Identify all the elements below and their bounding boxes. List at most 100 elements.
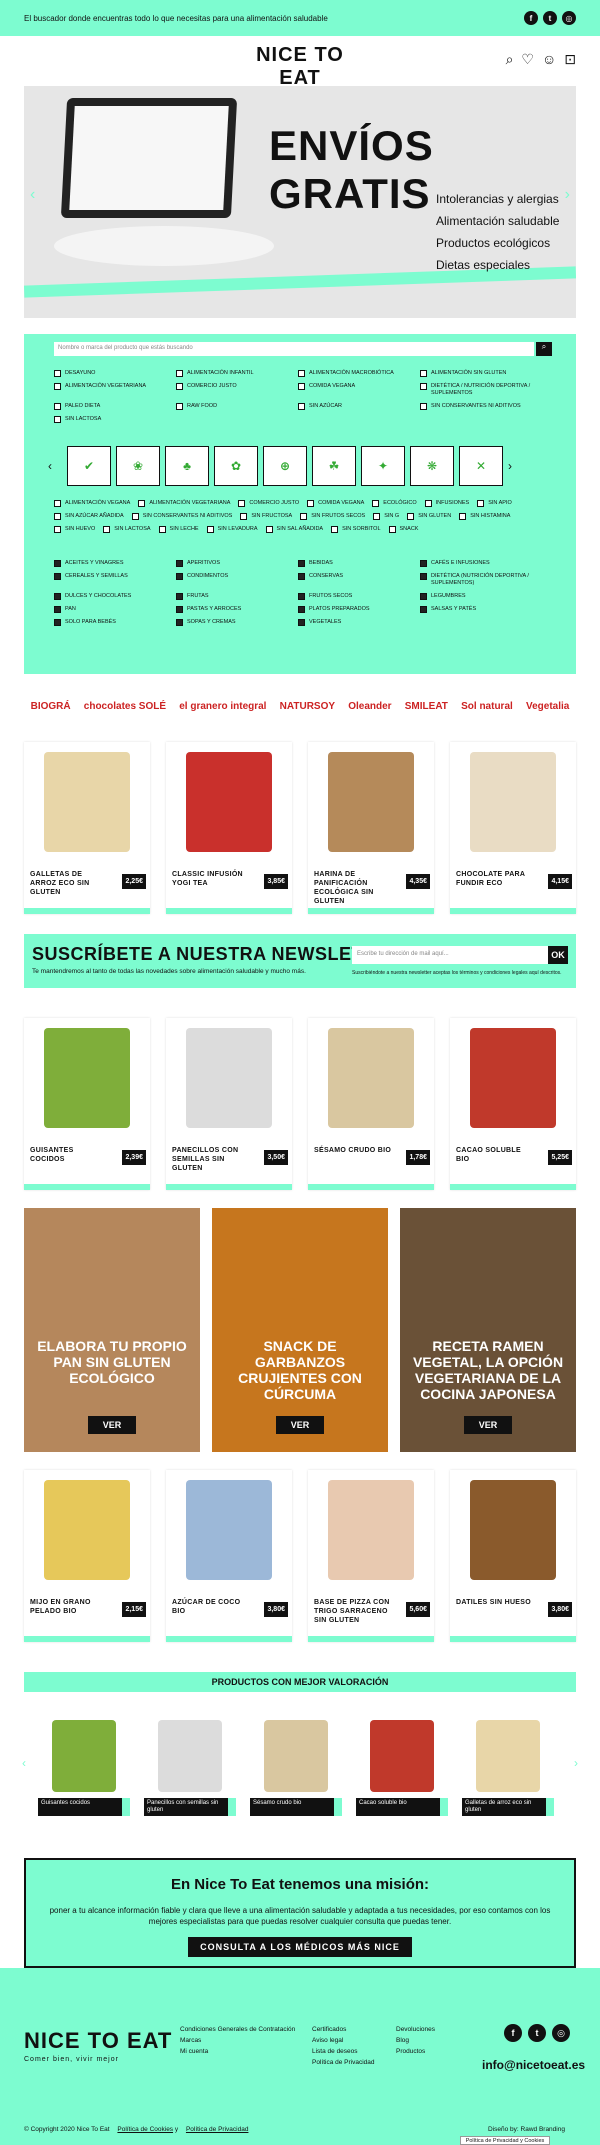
user-icon[interactable]: ☺ (542, 51, 556, 68)
checkbox-box[interactable] (298, 403, 305, 410)
carousel-prev-arrow[interactable]: ‹ (22, 1756, 26, 1770)
carousel-item[interactable]: Cacao soluble bio (356, 1720, 448, 1816)
cert-logo[interactable]: ✕ (459, 446, 503, 486)
cert-logo[interactable]: ✦ (361, 446, 405, 486)
checkbox-box[interactable] (158, 526, 166, 533)
filter-checkbox[interactable]: SIN SAL AÑADIDA (265, 526, 323, 533)
filter-checkbox[interactable]: SIN HUEVO (54, 526, 95, 533)
filter-checkbox[interactable]: SIN FRUCTOSA (240, 513, 292, 520)
checkbox-box[interactable] (298, 383, 305, 390)
hero-banner[interactable]: ENVÍOS GRATIS Intolerancias y alergias Al… (24, 86, 576, 318)
brand-logo[interactable]: BIOGRÁ (31, 701, 71, 712)
carousel-item[interactable]: Panecillos con semillas sin gluten (144, 1720, 236, 1816)
product-image[interactable] (328, 1480, 414, 1580)
brand-logo[interactable]: Sol natural (461, 701, 513, 712)
brand-logo[interactable]: chocolates SOLÉ (84, 701, 166, 712)
checkbox-box[interactable] (240, 513, 248, 520)
footer-link[interactable]: Marcas (180, 2035, 295, 2046)
filter-checkbox[interactable]: DESAYUNO (54, 370, 176, 377)
checkbox-box[interactable] (298, 619, 305, 626)
filter-checkbox[interactable]: APERITIVOS (176, 560, 298, 567)
filter-checkbox[interactable]: ECOLÓGICO (372, 500, 417, 507)
checkbox-box[interactable] (176, 560, 183, 567)
recipe-view-button[interactable]: VER (276, 1416, 324, 1434)
checkbox-box[interactable] (420, 403, 427, 410)
product-name[interactable]: MIJO EN GRANO PELADO BIO (30, 1598, 110, 1616)
footer-link[interactable]: Condiciones Generales de Contratación (180, 2024, 295, 2035)
filter-checkbox[interactable]: ALIMENTACIÓN VEGETARIANA (54, 383, 176, 397)
product-card[interactable]: HARINA DE PANIFICACIÓN ECOLÓGICA SIN GLU… (308, 742, 434, 914)
filter-checkbox[interactable]: SIN HISTAMINA (459, 513, 510, 520)
product-image[interactable] (44, 752, 130, 852)
cert-logo[interactable]: ⊕ (263, 446, 307, 486)
checkbox-box[interactable] (138, 500, 146, 507)
carousel-item-image[interactable] (52, 1720, 116, 1792)
twitter-icon[interactable]: t (528, 2024, 546, 2042)
product-name[interactable]: HARINA DE PANIFICACIÓN ECOLÓGICA SIN GLU… (314, 870, 394, 906)
filter-checkbox[interactable]: PASTAS Y ARROCES (176, 606, 298, 613)
filter-checkbox[interactable]: COMIDA VEGANA (307, 500, 364, 507)
product-card[interactable]: BASE DE PIZZA CON TRIGO SARRACENO SIN GL… (308, 1470, 434, 1642)
filter-checkbox[interactable]: CEREALES Y SEMILLAS (54, 573, 176, 587)
product-image[interactable] (186, 752, 272, 852)
twitter-icon[interactable]: t (543, 11, 557, 25)
instagram-icon[interactable]: ◎ (562, 11, 576, 25)
product-card[interactable]: MIJO EN GRANO PELADO BIO 2,15€ (24, 1470, 150, 1642)
product-card[interactable]: PANECILLOS CON SEMILLAS SIN GLUTEN 3,50€ (166, 1018, 292, 1190)
product-image[interactable] (44, 1028, 130, 1128)
checkbox-box[interactable] (265, 526, 273, 533)
product-name[interactable]: GUISANTES COCIDOS (30, 1146, 110, 1164)
product-image[interactable] (186, 1480, 272, 1580)
product-name[interactable]: PANECILLOS CON SEMILLAS SIN GLUTEN (172, 1146, 252, 1173)
footer-logo[interactable]: NICE TO EAT (24, 2028, 172, 2054)
carousel-item[interactable]: Galletas de arroz eco sin gluten (462, 1720, 554, 1816)
product-card[interactable]: CLASSIC INFUSIÓN YOGI TEA 3,85€ (166, 742, 292, 914)
checkbox-box[interactable] (176, 403, 183, 410)
cert-logo[interactable]: ♣ (165, 446, 209, 486)
checkbox-box[interactable] (298, 593, 305, 600)
product-card[interactable]: AZÚCAR DE COCO BIO 3,80€ (166, 1470, 292, 1642)
filter-checkbox[interactable]: DULCES Y CHOCOLATES (54, 593, 176, 600)
product-image[interactable] (470, 752, 556, 852)
checkbox-box[interactable] (238, 500, 246, 507)
product-name[interactable]: SÉSAMO CRUDO BIO (314, 1146, 394, 1155)
product-name[interactable]: AZÚCAR DE COCO BIO (172, 1598, 252, 1616)
filter-checkbox[interactable]: BEBIDAS (298, 560, 420, 567)
checkbox-box[interactable] (373, 513, 381, 520)
checkbox-box[interactable] (477, 500, 485, 507)
checkbox-box[interactable] (176, 370, 183, 377)
filter-checkbox[interactable]: SIN AZÚCAR AÑADIDA (54, 513, 124, 520)
filter-checkbox[interactable]: VEGETALES (298, 619, 420, 626)
checkbox-box[interactable] (176, 619, 183, 626)
filter-checkbox[interactable]: FRUTAS (176, 593, 298, 600)
brand-logo[interactable]: Oleander (348, 701, 391, 712)
carousel-item-image[interactable] (158, 1720, 222, 1792)
checkbox-box[interactable] (54, 403, 61, 410)
checkbox-box[interactable] (54, 619, 61, 626)
filter-checkbox[interactable]: SIN GLUTEN (407, 513, 451, 520)
carousel-next-arrow[interactable]: › (574, 1756, 578, 1770)
filter-checkbox[interactable]: SIN SORBITOL (331, 526, 381, 533)
brand-logo[interactable]: NATURSOY (280, 701, 335, 712)
product-name[interactable]: CLASSIC INFUSIÓN YOGI TEA (172, 870, 252, 888)
carousel-item-label[interactable]: Galletas de arroz eco sin gluten (462, 1798, 554, 1816)
filter-checkbox[interactable]: COMERCIO JUSTO (238, 500, 299, 507)
checkbox-box[interactable] (331, 526, 339, 533)
product-name[interactable]: GALLETAS DE ARROZ ECO SIN GLUTEN (30, 870, 110, 897)
carousel-item-image[interactable] (370, 1720, 434, 1792)
cert-logo[interactable]: ☘ (312, 446, 356, 486)
filter-checkbox[interactable]: SNACK (388, 526, 418, 533)
checkbox-box[interactable] (54, 513, 61, 520)
recipe-card[interactable]: ELABORA TU PROPIO PAN SIN GLUTEN ECOLÓGI… (24, 1208, 200, 1452)
filter-checkbox[interactable]: SIN LECHE (158, 526, 199, 533)
checkbox-box[interactable] (298, 606, 305, 613)
carousel-item-label[interactable]: Panecillos con semillas sin gluten (144, 1798, 236, 1816)
search-icon[interactable]: ⌕ (506, 51, 514, 68)
instagram-icon[interactable]: ◎ (552, 2024, 570, 2042)
checkbox-box[interactable] (176, 573, 183, 580)
filter-checkbox[interactable]: ACEITES Y VINAGRES (54, 560, 176, 567)
filter-checkbox[interactable]: COMERCIO JUSTO (176, 383, 298, 397)
product-image[interactable] (328, 752, 414, 852)
checkbox-box[interactable] (420, 383, 427, 390)
heart-icon[interactable]: ♡ (521, 51, 534, 68)
